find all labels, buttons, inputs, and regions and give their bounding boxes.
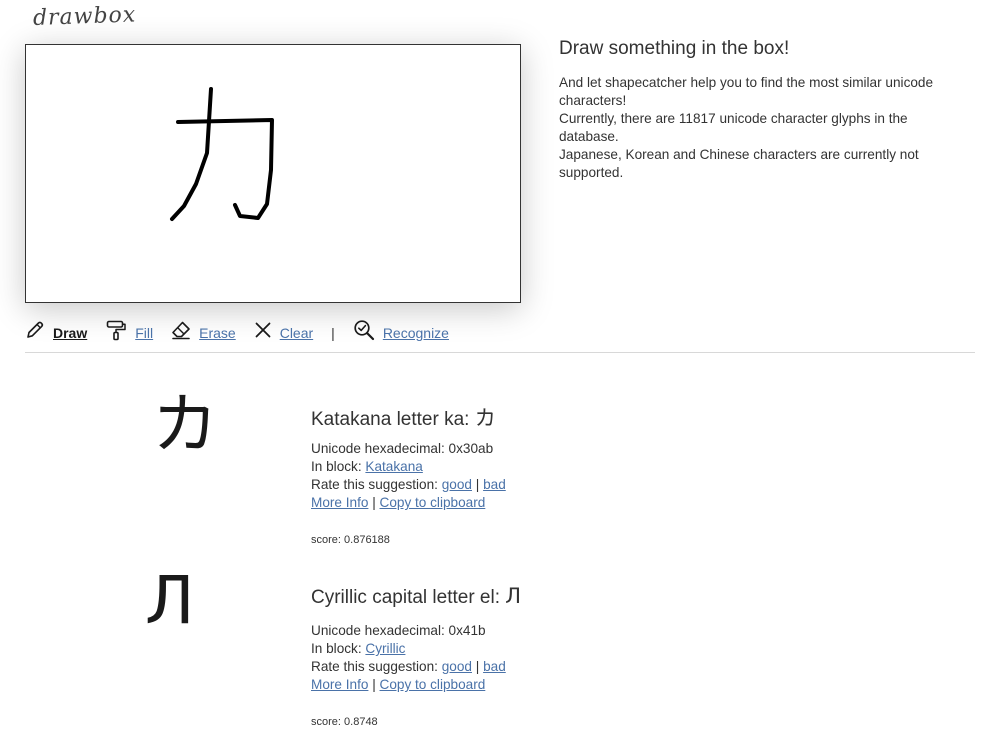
result-glyph: Л [145, 562, 195, 639]
close-icon [255, 322, 271, 338]
fill-tool-button[interactable]: Fill [105, 319, 153, 341]
block-label: In block: [311, 459, 362, 474]
rate-label: Rate this suggestion: [311, 477, 438, 492]
hex-value: 0x30ab [448, 441, 494, 456]
result-name: Cyrillic capital letter el: [311, 587, 500, 608]
intro-line: Currently, there are 11817 unicode chara… [559, 111, 908, 144]
section-divider [25, 352, 975, 353]
rate-bad-link[interactable]: bad [483, 659, 506, 674]
score-value: 0.876188 [344, 534, 390, 546]
draw-tool-label: Draw [53, 325, 88, 341]
result-title-glyph: カ [474, 406, 496, 430]
drawing-canvas[interactable] [25, 44, 521, 303]
actions-row: More Info | Copy to clipboard [311, 494, 506, 512]
drawn-stroke [170, 87, 274, 221]
fill-tool-label: Fill [135, 325, 154, 341]
more-info-link[interactable]: More Info [311, 495, 368, 510]
result-item: カ Katakana letter ka: カ Unicode hexadeci… [0, 380, 1000, 560]
erase-tool-button[interactable]: Erase [171, 320, 236, 341]
erase-tool-label: Erase [199, 325, 236, 341]
eraser-icon [172, 321, 190, 340]
hex-row: Unicode hexadecimal: 0x30ab [311, 440, 506, 458]
more-info-link[interactable]: More Info [311, 677, 368, 692]
actions-separator: | [372, 495, 376, 510]
score-label: score: [311, 716, 341, 728]
rate-separator: | [475, 477, 480, 492]
hex-value: 0x41b [448, 623, 486, 638]
result-name: Katakana letter ka: [311, 409, 470, 430]
rate-good-link[interactable]: good [442, 477, 472, 492]
block-row: In block: Katakana [311, 458, 506, 476]
block-row: In block: Cyrillic [311, 640, 506, 658]
toolbar-separator: | [331, 325, 335, 341]
magnifier-check-icon [354, 320, 374, 341]
rate-separator: | [475, 659, 480, 674]
recognize-button[interactable]: Recognize [353, 319, 449, 341]
rate-bad-link[interactable]: bad [483, 477, 506, 492]
result-info: Unicode hexadecimal: 0x41b In block: Cyr… [311, 622, 506, 694]
score-value: 0.8748 [344, 716, 378, 728]
intro-line: Japanese, Korean and Chinese characters … [559, 147, 919, 180]
intro-line: And let shapecatcher help you to find th… [559, 75, 934, 108]
recognize-label: Recognize [382, 325, 449, 341]
intro-title: Draw something in the box! [559, 38, 790, 59]
result-title: Cyrillic capital letter el: Л [311, 584, 521, 609]
rate-row: Rate this suggestion: good | bad [311, 658, 506, 676]
hex-label: Unicode hexadecimal: [311, 623, 445, 638]
pencil-icon [27, 321, 44, 338]
hex-label: Unicode hexadecimal: [311, 441, 445, 456]
result-glyph: カ [152, 386, 218, 463]
result-title: Katakana letter ka: カ [311, 402, 496, 432]
rate-good-link[interactable]: good [442, 659, 472, 674]
copy-clipboard-link[interactable]: Copy to clipboard [380, 677, 486, 692]
actions-row: More Info | Copy to clipboard [311, 676, 506, 694]
hex-row: Unicode hexadecimal: 0x41b [311, 622, 506, 640]
score: score: 0.876188 [311, 534, 390, 546]
app-logo: drawbox [32, 2, 137, 31]
actions-separator: | [372, 677, 376, 692]
block-link[interactable]: Cyrillic [365, 641, 405, 656]
score-label: score: [311, 534, 341, 546]
rate-label: Rate this suggestion: [311, 659, 438, 674]
score: score: 0.8748 [311, 716, 378, 728]
rate-row: Rate this suggestion: good | bad [311, 476, 506, 494]
result-info: Unicode hexadecimal: 0x30ab In block: Ka… [311, 440, 506, 512]
intro-text: And let shapecatcher help you to find th… [559, 74, 959, 182]
paint-roller-icon [106, 320, 126, 341]
result-title-glyph: Л [505, 584, 522, 608]
result-item: Л Cyrillic capital letter el: Л Unicode … [0, 562, 1000, 742]
copy-clipboard-link[interactable]: Copy to clipboard [380, 495, 486, 510]
block-link[interactable]: Katakana [365, 459, 422, 474]
draw-tool-button[interactable]: Draw [25, 320, 88, 341]
clear-tool-label: Clear [279, 325, 314, 341]
clear-tool-button[interactable]: Clear [254, 321, 314, 341]
drawing-toolbar: Draw Fill Erase Clear | Recognize [25, 316, 467, 344]
block-label: In block: [311, 641, 362, 656]
